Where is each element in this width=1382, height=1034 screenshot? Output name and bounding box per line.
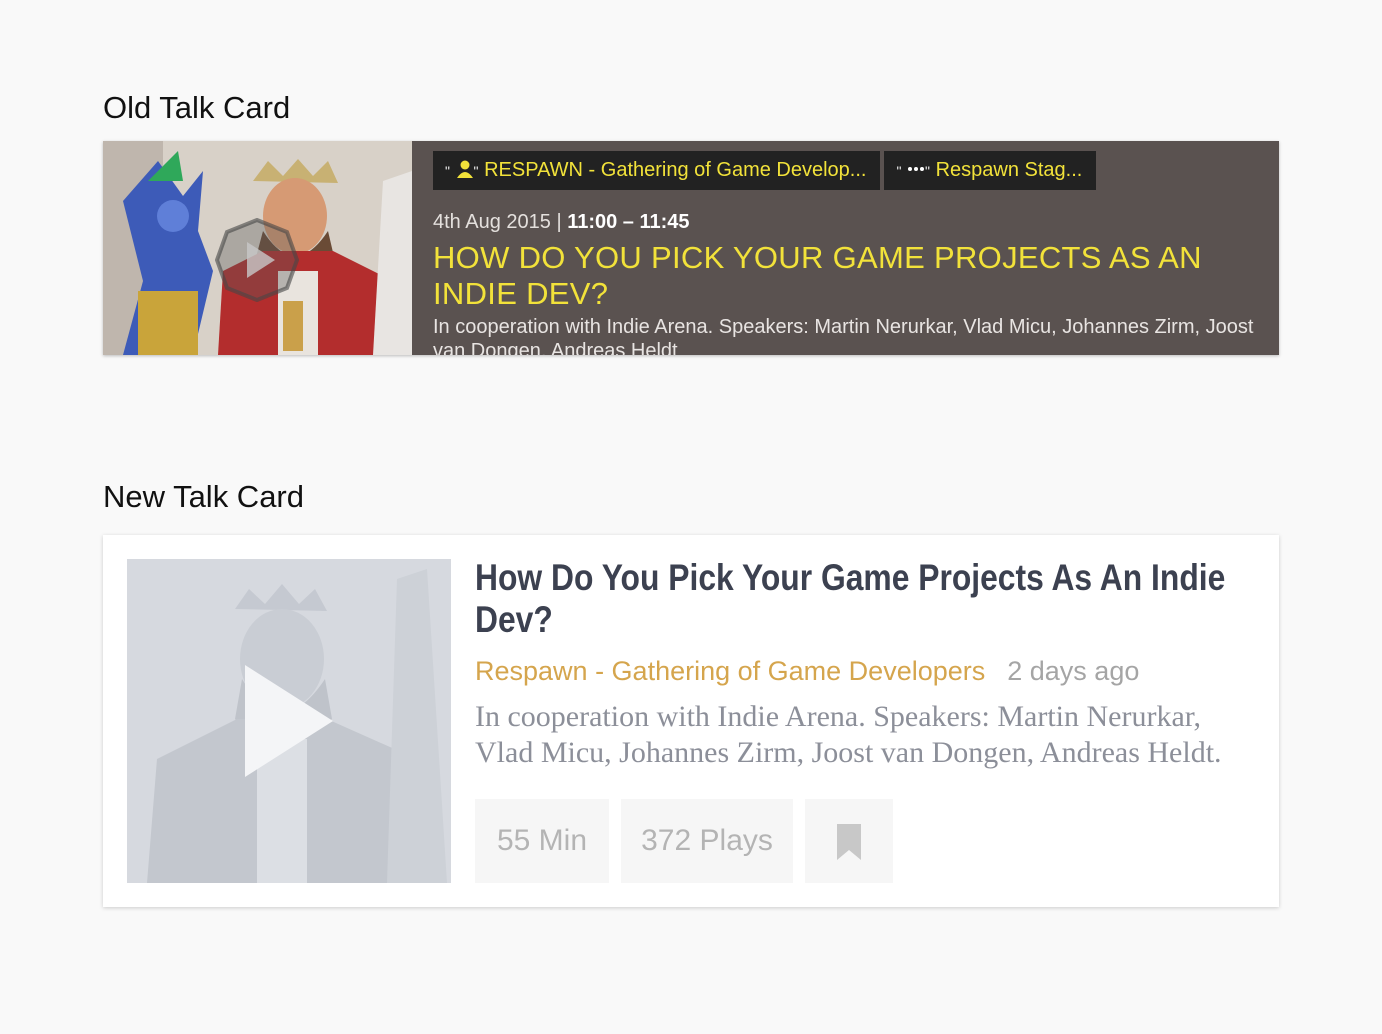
quote-mark: " <box>925 163 930 179</box>
duration-badge[interactable]: 55 Min <box>475 799 609 883</box>
talk-date: 4th Aug 2015 | 11:00 – 11:45 <box>433 211 1259 234</box>
event-tag-label: RESPAWN - Gathering of Game Develop... <box>484 159 867 181</box>
ellipsis-icon <box>901 159 925 181</box>
old-card-heading: Old Talk Card <box>103 90 291 125</box>
event-tag[interactable]: " " RESPAWN - Gathering of Game Develop.… <box>433 151 881 190</box>
bookmark-button[interactable] <box>805 799 893 883</box>
new-card-heading: New Talk Card <box>103 479 305 514</box>
talk-age: 2 days ago <box>1007 656 1140 686</box>
quote-mark: " <box>473 163 479 179</box>
talk-thumbnail[interactable] <box>103 141 412 355</box>
talk-title[interactable]: How Do You Pick Your Game Projects As An… <box>475 557 1232 641</box>
bookmark-icon <box>837 824 861 860</box>
talk-thumbnail[interactable] <box>127 559 451 883</box>
old-talk-card[interactable]: " " RESPAWN - Gathering of Game Develop.… <box>103 141 1279 355</box>
talk-description: In cooperation with Indie Arena. Speaker… <box>475 700 1222 769</box>
talk-title[interactable]: HOW DO YOU PICK YOUR GAME PROJECTS AS AN… <box>433 240 1259 312</box>
time-range: 11:00 – 11:45 <box>567 211 690 233</box>
play-icon[interactable] <box>243 663 335 779</box>
person-icon <box>450 159 474 181</box>
date-label: 4th Aug 2015 | <box>433 211 568 233</box>
new-talk-card[interactable]: How Do You Pick Your Game Projects As An… <box>103 535 1279 907</box>
stage-tag[interactable]: " " Respawn Stag... <box>884 151 1097 190</box>
category-link[interactable]: Respawn - Gathering of Game Developers <box>475 656 985 686</box>
talk-meta: Respawn - Gathering of Game Developers 2 … <box>475 656 1139 687</box>
play-icon[interactable] <box>215 218 299 302</box>
stage-tag-label: Respawn Stag... <box>935 159 1083 181</box>
talk-description: In cooperation with Indie Arena. Speaker… <box>433 316 1254 355</box>
plays-badge[interactable]: 372 Plays <box>621 799 793 883</box>
